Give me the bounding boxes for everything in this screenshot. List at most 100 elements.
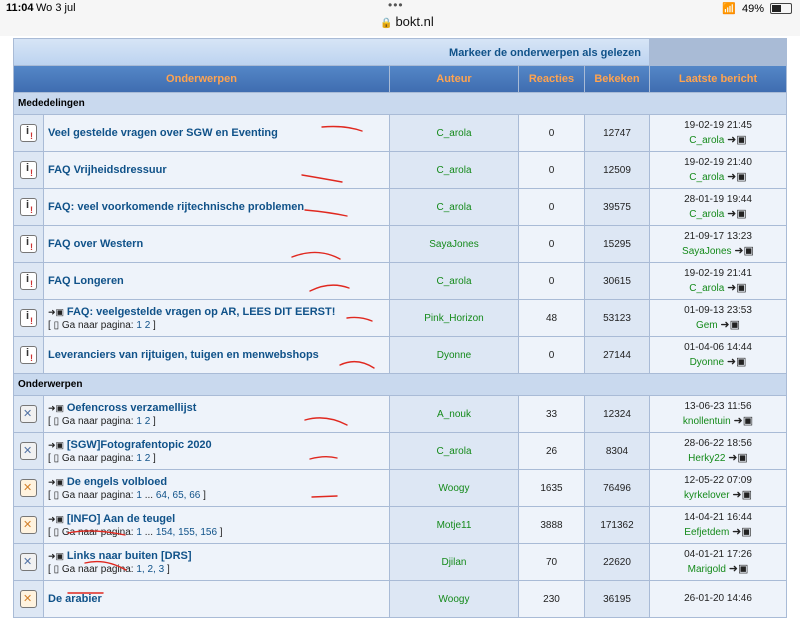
- page-link[interactable]: 1: [136, 527, 142, 538]
- last-post-user[interactable]: knollentuin: [683, 416, 731, 427]
- topic-title-info-aan-de-teugel[interactable]: [INFO] Aan de teugel: [67, 513, 175, 525]
- page-link[interactable]: 1,: [136, 564, 144, 575]
- page-link[interactable]: 154,: [156, 527, 175, 538]
- topic-author[interactable]: C_arola: [436, 165, 471, 176]
- pagination: [ ▯ Ga naar pagina: 1 2 ]: [48, 452, 156, 464]
- view-count: 22620: [585, 544, 649, 580]
- topic-title-faq-veelgestelde-vragen-op-ar-lees-dit-eerst[interactable]: FAQ: veelgestelde vragen op AR, LEES DIT…: [67, 306, 336, 318]
- goto-newest-post-icon[interactable]: ➜▣: [48, 551, 64, 561]
- more-dots-icon[interactable]: •••: [388, 0, 404, 12]
- goto-last-post-icon[interactable]: ➜▣: [727, 356, 747, 368]
- goto-last-post-icon[interactable]: ➜▣: [720, 319, 740, 331]
- col-views: Bekeken: [585, 66, 649, 92]
- topic-author[interactable]: Motje11: [437, 520, 472, 531]
- topic-title-oefencross-verzamellijst[interactable]: Oefencross verzamellijst: [67, 402, 197, 414]
- topic-author[interactable]: C_arola: [436, 276, 471, 287]
- topic-author[interactable]: A_nouk: [437, 409, 471, 420]
- topic-title-faq-longeren[interactable]: FAQ Longeren: [48, 275, 124, 287]
- topic-author[interactable]: Pink_Horizon: [424, 313, 483, 324]
- page-link[interactable]: 2: [145, 320, 151, 331]
- goto-newest-post-icon[interactable]: ➜▣: [48, 307, 64, 317]
- page-link[interactable]: 155,: [178, 527, 197, 538]
- last-post-user[interactable]: SayaJones: [682, 246, 731, 257]
- last-post-user[interactable]: kyrkelover: [684, 490, 730, 501]
- reply-count: 48: [519, 300, 584, 336]
- goto-last-post-icon[interactable]: ➜▣: [728, 452, 748, 464]
- last-post-user[interactable]: Herky22: [688, 453, 725, 464]
- topic-row: ➜▣ [INFO] Aan de teugel[ ▯ Ga naar pagin…: [14, 507, 786, 543]
- reply-count: 0: [519, 263, 584, 299]
- last-post-user[interactable]: C_arola: [689, 209, 724, 220]
- goto-last-post-icon[interactable]: ➜▣: [734, 245, 754, 257]
- goto-newest-post-icon[interactable]: ➜▣: [48, 514, 64, 524]
- lock-icon: 🔒: [380, 18, 393, 29]
- topic-row: FAQ Vrijheidsdressuur C_arola 0 12509 19…: [14, 152, 786, 188]
- topic-title-faq-veel-voorkomende-rijtechnische-problemen[interactable]: FAQ: veel voorkomende rijtechnische prob…: [48, 201, 304, 213]
- page-link[interactable]: 2,: [147, 564, 155, 575]
- goto-newest-post-icon[interactable]: ➜▣: [48, 477, 64, 487]
- address-bar[interactable]: 🔒 bokt.nl: [380, 14, 434, 29]
- goto-last-post-icon[interactable]: ➜▣: [727, 171, 747, 183]
- last-post-user[interactable]: C_arola: [689, 283, 724, 294]
- browser-status-bar: 11:04 Wo 3 jul ••• 🔒 bokt.nl 📶 49%: [0, 0, 800, 36]
- page-link[interactable]: 156: [200, 527, 217, 538]
- last-post-date: 14-04-21 16:44: [684, 511, 752, 523]
- goto-last-post-icon[interactable]: ➜▣: [732, 489, 752, 501]
- last-post-user[interactable]: C_arola: [689, 135, 724, 146]
- battery-icon: [770, 3, 792, 14]
- goto-last-post-icon[interactable]: ➜▣: [727, 208, 747, 220]
- page-link[interactable]: 2: [145, 416, 151, 427]
- topic-title-links-naar-buiten-drs[interactable]: Links naar buiten [DRS]: [67, 550, 192, 562]
- last-post-date: 04-01-21 17:26: [684, 548, 752, 560]
- last-post-user[interactable]: Eefjetdem: [684, 527, 729, 538]
- page-link[interactable]: 3: [159, 564, 165, 575]
- page-link[interactable]: 64,: [156, 490, 170, 501]
- last-post-user[interactable]: Dyonne: [690, 357, 724, 368]
- reply-count: 0: [519, 152, 584, 188]
- date: Wo 3 jul: [36, 2, 76, 14]
- announcement-icon: [20, 309, 37, 327]
- reply-count: 0: [519, 189, 584, 225]
- topic-row: ➜▣ [SGW]Fotografentopic 2020[ ▯ Ga naar …: [14, 433, 786, 469]
- goto-page-label: Ga naar pagina:: [61, 489, 134, 501]
- announcement-icon: [20, 124, 37, 142]
- topic-author[interactable]: Dyonne: [437, 350, 471, 361]
- last-post-date: 28-06-22 18:56: [684, 437, 752, 449]
- topic-author[interactable]: Djilan: [441, 557, 466, 568]
- topic-author[interactable]: C_arola: [436, 446, 471, 457]
- page-link[interactable]: 66: [189, 490, 200, 501]
- topic-title-sgw-fotografentopic-2020[interactable]: [SGW]Fotografentopic 2020: [67, 439, 212, 451]
- topic-author[interactable]: C_arola: [436, 128, 471, 139]
- goto-last-post-icon[interactable]: ➜▣: [729, 563, 749, 575]
- page-link[interactable]: 1: [136, 453, 142, 464]
- goto-newest-post-icon[interactable]: ➜▣: [48, 440, 64, 450]
- topic-title-de-arabier[interactable]: De arabier: [48, 593, 102, 605]
- announcement-icon: [20, 198, 37, 216]
- topic-title-leveranciers-van-rijtuigen-tuigen-en-menwebshops[interactable]: Leveranciers van rijtuigen, tuigen en me…: [48, 349, 319, 361]
- topic-title-de-engels-volbloed[interactable]: De engels volbloed: [67, 476, 167, 488]
- goto-last-post-icon[interactable]: ➜▣: [727, 134, 747, 146]
- page-link[interactable]: 1: [136, 320, 142, 331]
- page-link[interactable]: 1: [136, 416, 142, 427]
- topic-author[interactable]: Woogy: [439, 594, 470, 605]
- page-link[interactable]: 2: [145, 453, 151, 464]
- last-post-user[interactable]: C_arola: [689, 172, 724, 183]
- goto-last-post-icon[interactable]: ➜▣: [727, 282, 747, 294]
- topic-author[interactable]: C_arola: [436, 202, 471, 213]
- topic-author[interactable]: SayaJones: [429, 239, 478, 250]
- goto-last-post-icon[interactable]: ➜▣: [733, 415, 753, 427]
- last-post-user[interactable]: Gem: [696, 320, 718, 331]
- goto-last-post-icon[interactable]: ➜▣: [732, 526, 752, 538]
- page-link[interactable]: 1: [136, 490, 142, 501]
- pagination: [ ▯ Ga naar pagina: 1 ... 154, 155, 156 …: [48, 526, 223, 538]
- view-count: 76496: [585, 470, 649, 506]
- mark-read-link[interactable]: Markeer de onderwerpen als gelezen: [449, 47, 649, 59]
- topic-title-veel-gestelde-vragen-over-sgw-en-eventing[interactable]: Veel gestelde vragen over SGW en Eventin…: [48, 127, 278, 139]
- last-post-user[interactable]: Marigold: [688, 564, 726, 575]
- topic-title-faq-vrijheidsdressuur[interactable]: FAQ Vrijheidsdressuur: [48, 164, 167, 176]
- topic-author[interactable]: Woogy: [439, 483, 470, 494]
- goto-newest-post-icon[interactable]: ➜▣: [48, 403, 64, 413]
- page-link[interactable]: 65,: [173, 490, 187, 501]
- page-ellipsis: ...: [144, 526, 154, 538]
- topic-title-faq-over-western[interactable]: FAQ over Western: [48, 238, 143, 250]
